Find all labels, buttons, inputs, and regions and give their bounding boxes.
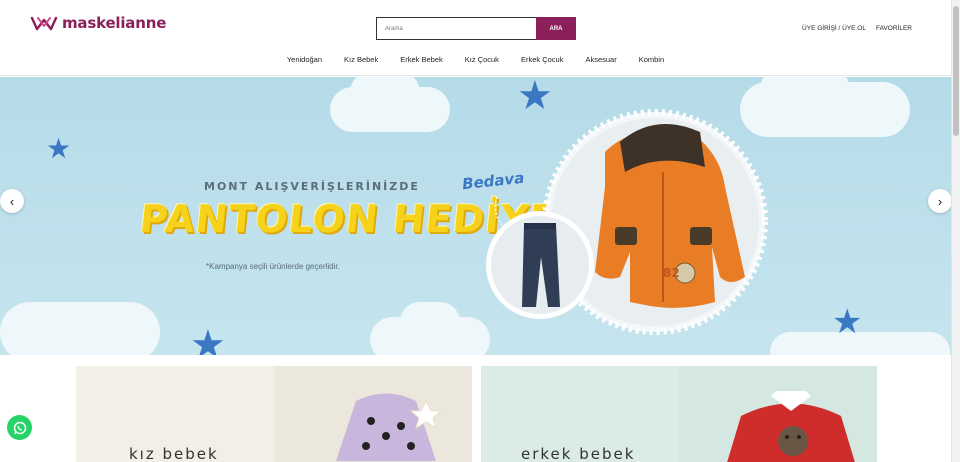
hero-banner[interactable]: ★ ★ ★ ★ MONT ALIŞVERİŞLERİNİZDE PANTOLON…: [0, 77, 951, 355]
category-label: kız bebek: [129, 445, 219, 462]
favorites-link[interactable]: FAVORİLER: [876, 25, 912, 32]
star-icon: ★: [190, 323, 226, 355]
page-scrollbar[interactable]: [951, 0, 960, 462]
star-icon: ★: [832, 303, 863, 341]
search-bar: ARA: [376, 17, 576, 40]
search-button[interactable]: ARA: [536, 17, 576, 40]
chevron-left-icon: ‹: [9, 193, 15, 209]
next-slide-button[interactable]: ›: [928, 189, 951, 213]
svg-text:82: 82: [663, 266, 680, 280]
prev-slide-button[interactable]: ‹: [0, 189, 24, 213]
category-label: erkek bebek: [521, 445, 636, 462]
crown-icon: [30, 16, 58, 31]
whatsapp-button[interactable]: [7, 415, 32, 440]
nav-item-erkek-bebek[interactable]: Erkek Bebek: [400, 55, 443, 64]
whatsapp-icon: [13, 421, 26, 434]
search-input[interactable]: [376, 17, 536, 40]
main-nav: Yenidoğan Kız Bebek Erkek Bebek Kız Çocu…: [0, 55, 951, 64]
girl-cardigan-image: [336, 393, 443, 461]
logo[interactable]: maskelianne: [30, 14, 166, 32]
site-header: maskelianne ARA ÜYE GİRİŞİ / ÜYE OL FAVO…: [0, 0, 951, 76]
nav-item-yenidogan[interactable]: Yenidoğan: [287, 55, 322, 64]
nav-item-kiz-bebek[interactable]: Kız Bebek: [344, 55, 378, 64]
cloud-decoration: [0, 302, 160, 355]
product-illustration: 82: [486, 109, 768, 335]
star-icon: ★: [46, 133, 72, 164]
cloud-decoration: [400, 302, 460, 342]
nav-item-aksesuar[interactable]: Aksesuar: [585, 55, 616, 64]
banner-note: *Kampanya seçili ürünlerde geçerlidir.: [206, 262, 340, 271]
logo-text: maskelianne: [62, 14, 167, 32]
nav-item-kombin[interactable]: Kombin: [639, 55, 664, 64]
login-link[interactable]: ÜYE GİRİŞİ / ÜYE OL: [802, 25, 866, 32]
boy-jacket-image: [727, 391, 855, 462]
cloud-decoration: [350, 77, 420, 112]
category-card-kiz-bebek[interactable]: kız bebek: [76, 366, 472, 462]
user-links: ÜYE GİRİŞİ / ÜYE OL FAVORİLER: [802, 25, 912, 32]
scrollbar-thumb[interactable]: [953, 6, 959, 136]
chevron-right-icon: ›: [937, 193, 943, 209]
nav-item-erkek-cocuk[interactable]: Erkek Çocuk: [521, 55, 564, 64]
nav-item-kiz-cocuk[interactable]: Kız Çocuk: [465, 55, 499, 64]
banner-subtitle: MONT ALIŞVERİŞLERİNİZDE: [204, 180, 420, 193]
page: maskelianne ARA ÜYE GİRİŞİ / ÜYE OL FAVO…: [0, 0, 960, 462]
category-card-erkek-bebek[interactable]: erkek bebek: [481, 366, 877, 462]
